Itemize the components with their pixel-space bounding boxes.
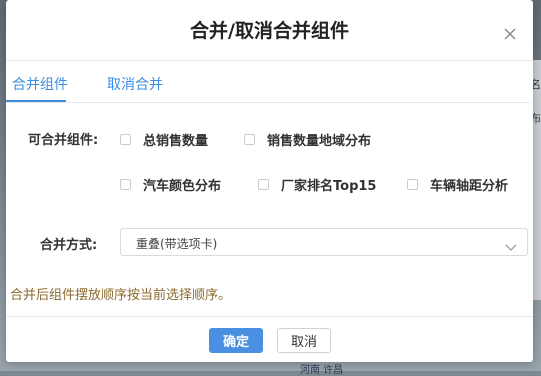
checkbox-box[interactable] (120, 134, 131, 145)
order-hint: 合并后组件摆放顺序按当前选择顺序。 (10, 288, 232, 303)
merge-mode-value: 重叠(带选项卡) (136, 237, 218, 251)
mergeable-components-label: 可合并组件: (28, 133, 99, 148)
confirm-button[interactable]: 确定 (209, 328, 263, 353)
dialog-title: 合并/取消合并组件 (190, 20, 349, 42)
merge-mode-label: 合并方式: (40, 238, 98, 253)
checkbox-box[interactable] (244, 134, 255, 145)
tab-divider (6, 102, 530, 103)
merge-dialog: 合并/取消合并组件 合并组件 取消合并 可合并组件: 总销售数量 销售数量地域分… (6, 0, 533, 362)
checkbox-label: 销售数量地域分布 (267, 134, 372, 149)
checkbox-label: 总销售数量 (143, 134, 209, 149)
checkbox-label: 汽车颜色分布 (143, 179, 222, 194)
component-checkbox-car-color[interactable]: 汽车颜色分布 (120, 175, 221, 194)
cancel-button[interactable]: 取消 (277, 328, 331, 353)
background-map-text: 河南 许昌 (300, 365, 344, 376)
tab-bar: 合并组件 取消合并 (6, 60, 533, 104)
tab-unmerge[interactable]: 取消合并 (107, 74, 163, 94)
chevron-down-icon[interactable] (505, 237, 517, 251)
component-checkbox-maker-top15[interactable]: 厂家排名Top15 (258, 175, 376, 194)
tab-merge[interactable]: 合并组件 (12, 74, 68, 94)
merge-mode-select[interactable]: 重叠(带选项卡) (120, 228, 528, 256)
checkbox-box[interactable] (120, 179, 131, 190)
checkbox-label: 车辆轴距分析 (430, 179, 509, 194)
checkbox-box[interactable] (407, 179, 418, 190)
component-checkbox-wheelbase[interactable]: 车辆轴距分析 (407, 175, 508, 194)
component-checkbox-total-sales[interactable]: 总销售数量 (120, 130, 208, 149)
close-icon[interactable] (503, 26, 517, 40)
footer-divider (6, 316, 533, 317)
checkbox-label: 厂家排名Top15 (281, 179, 377, 194)
checkbox-box[interactable] (258, 179, 269, 190)
component-checkbox-region-sales[interactable]: 销售数量地域分布 (244, 130, 371, 149)
